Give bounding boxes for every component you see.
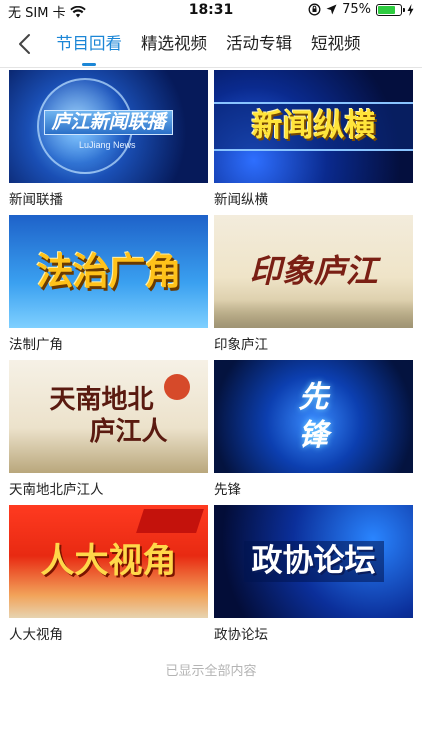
program-card-npc-perspective[interactable]: 人大视角 人大视角 <box>9 505 208 650</box>
program-title[interactable]: 法制广角 <box>9 333 208 353</box>
program-title[interactable]: 人大视角 <box>9 623 208 643</box>
status-bar: 无 SIM 卡 18:31 75% <box>0 0 422 22</box>
orientation-lock-icon <box>308 3 321 16</box>
program-thumbnail[interactable]: 法治广角 <box>9 215 208 328</box>
program-thumbnail[interactable]: 人大视角 <box>9 505 208 618</box>
sun-graphic <box>164 374 190 400</box>
battery-icon <box>376 3 405 16</box>
program-grid: 庐江新闻联播 LuJiang News 新闻联播 新闻纵横 新闻纵横 法治广角 … <box>9 70 413 650</box>
program-thumbnail[interactable]: 天南地北 庐江人 <box>9 360 208 473</box>
nav-header: 节目回看 精选视频 活动专辑 短视频 <box>0 22 422 68</box>
tab-event-albums[interactable]: 活动专辑 <box>226 22 292 68</box>
tab-program-replay[interactable]: 节目回看 <box>56 22 122 68</box>
thumbnail-title: 法治广角 <box>36 249 182 294</box>
program-title[interactable]: 新闻联播 <box>9 188 208 208</box>
battery-fill <box>378 5 395 14</box>
thumbnail-subtitle: LuJiang News <box>79 140 136 150</box>
program-title[interactable]: 政协论坛 <box>214 623 413 643</box>
thumbnail-title: 政协论坛 <box>243 541 384 582</box>
program-thumbnail[interactable]: 政协论坛 <box>214 505 413 618</box>
charging-bolt-icon <box>407 3 414 16</box>
thumbnail-title-line2: 锋 <box>298 417 329 453</box>
thumbnail-title: 人大视角 <box>40 540 177 581</box>
program-card-pioneer[interactable]: 先 锋 先锋 <box>214 360 413 505</box>
program-card-impression-lujiang[interactable]: 印象庐江 印象庐江 <box>214 215 413 360</box>
program-card-legal-view[interactable]: 法治广角 法制广角 <box>9 215 208 360</box>
program-card-cppcc-forum[interactable]: 政协论坛 政协论坛 <box>214 505 413 650</box>
tab-featured-videos[interactable]: 精选视频 <box>141 22 207 68</box>
program-thumbnail[interactable]: 先 锋 <box>214 360 413 473</box>
program-card-lujiang-people[interactable]: 天南地北 庐江人 天南地北庐江人 <box>9 360 208 505</box>
program-title[interactable]: 新闻纵横 <box>214 188 413 208</box>
program-title[interactable]: 先锋 <box>214 478 413 498</box>
thumbnail-title: 天南地北 <box>49 385 154 416</box>
thumbnail-title-block: 先 锋 <box>299 379 329 454</box>
program-title[interactable]: 天南地北庐江人 <box>9 478 208 498</box>
landscape-graphic <box>214 300 413 328</box>
flag-graphic <box>136 509 204 533</box>
thumbnail-title-line2: 庐江人 <box>89 416 168 447</box>
thumbnail-title: 先 <box>298 380 329 415</box>
program-thumbnail[interactable]: 印象庐江 <box>214 215 413 328</box>
tab-bar: 节目回看 精选视频 活动专辑 短视频 <box>56 22 361 68</box>
tab-short-videos[interactable]: 短视频 <box>311 22 361 68</box>
program-card-news-panorama[interactable]: 新闻纵横 新闻纵横 <box>214 70 413 215</box>
program-thumbnail[interactable]: 庐江新闻联播 LuJiang News <box>9 70 208 183</box>
thumbnail-title: 印象庐江 <box>249 251 378 290</box>
program-thumbnail[interactable]: 新闻纵横 <box>214 70 413 183</box>
program-card-news-broadcast[interactable]: 庐江新闻联播 LuJiang News 新闻联播 <box>9 70 208 215</box>
status-right: 75% <box>308 2 414 17</box>
thumbnail-title: 庐江新闻联播 <box>44 109 173 136</box>
program-title[interactable]: 印象庐江 <box>214 333 413 353</box>
end-of-list-note: 已显示全部内容 <box>165 664 257 679</box>
battery-percent: 75% <box>342 2 371 17</box>
back-chevron-icon[interactable] <box>14 32 38 56</box>
location-arrow-icon <box>326 4 337 15</box>
thumbnail-title: 新闻纵横 <box>214 102 413 151</box>
thumbnail-title-block: 天南地北 庐江人 <box>49 385 167 447</box>
